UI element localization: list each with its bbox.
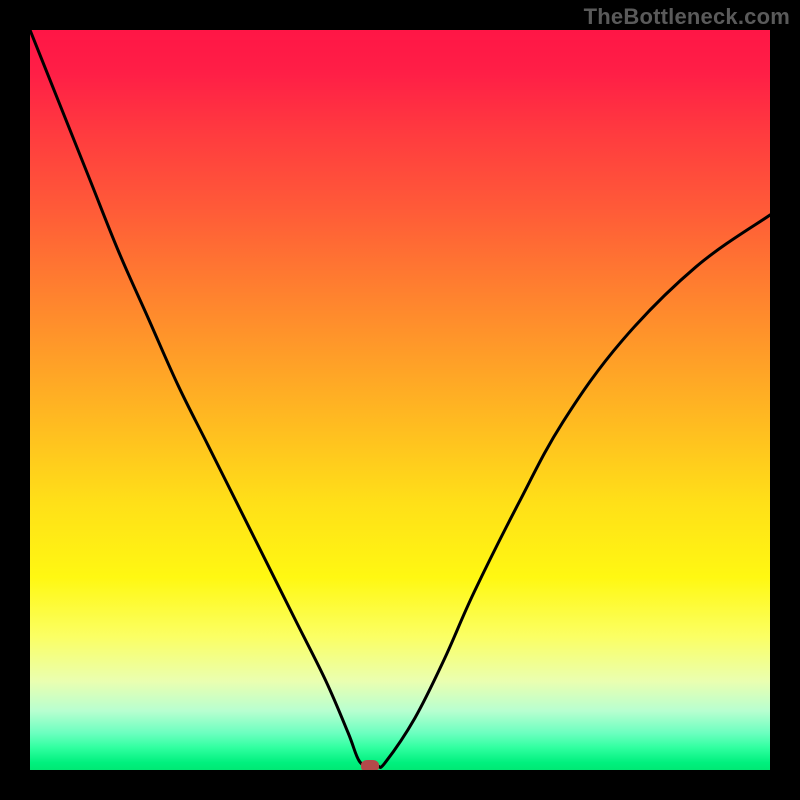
watermark-text: TheBottleneck.com — [584, 4, 790, 30]
plot-area — [30, 30, 770, 770]
bottleneck-curve — [30, 30, 770, 767]
chart-container: TheBottleneck.com — [0, 0, 800, 800]
curve-svg — [30, 30, 770, 770]
minimum-marker-icon — [361, 760, 379, 770]
